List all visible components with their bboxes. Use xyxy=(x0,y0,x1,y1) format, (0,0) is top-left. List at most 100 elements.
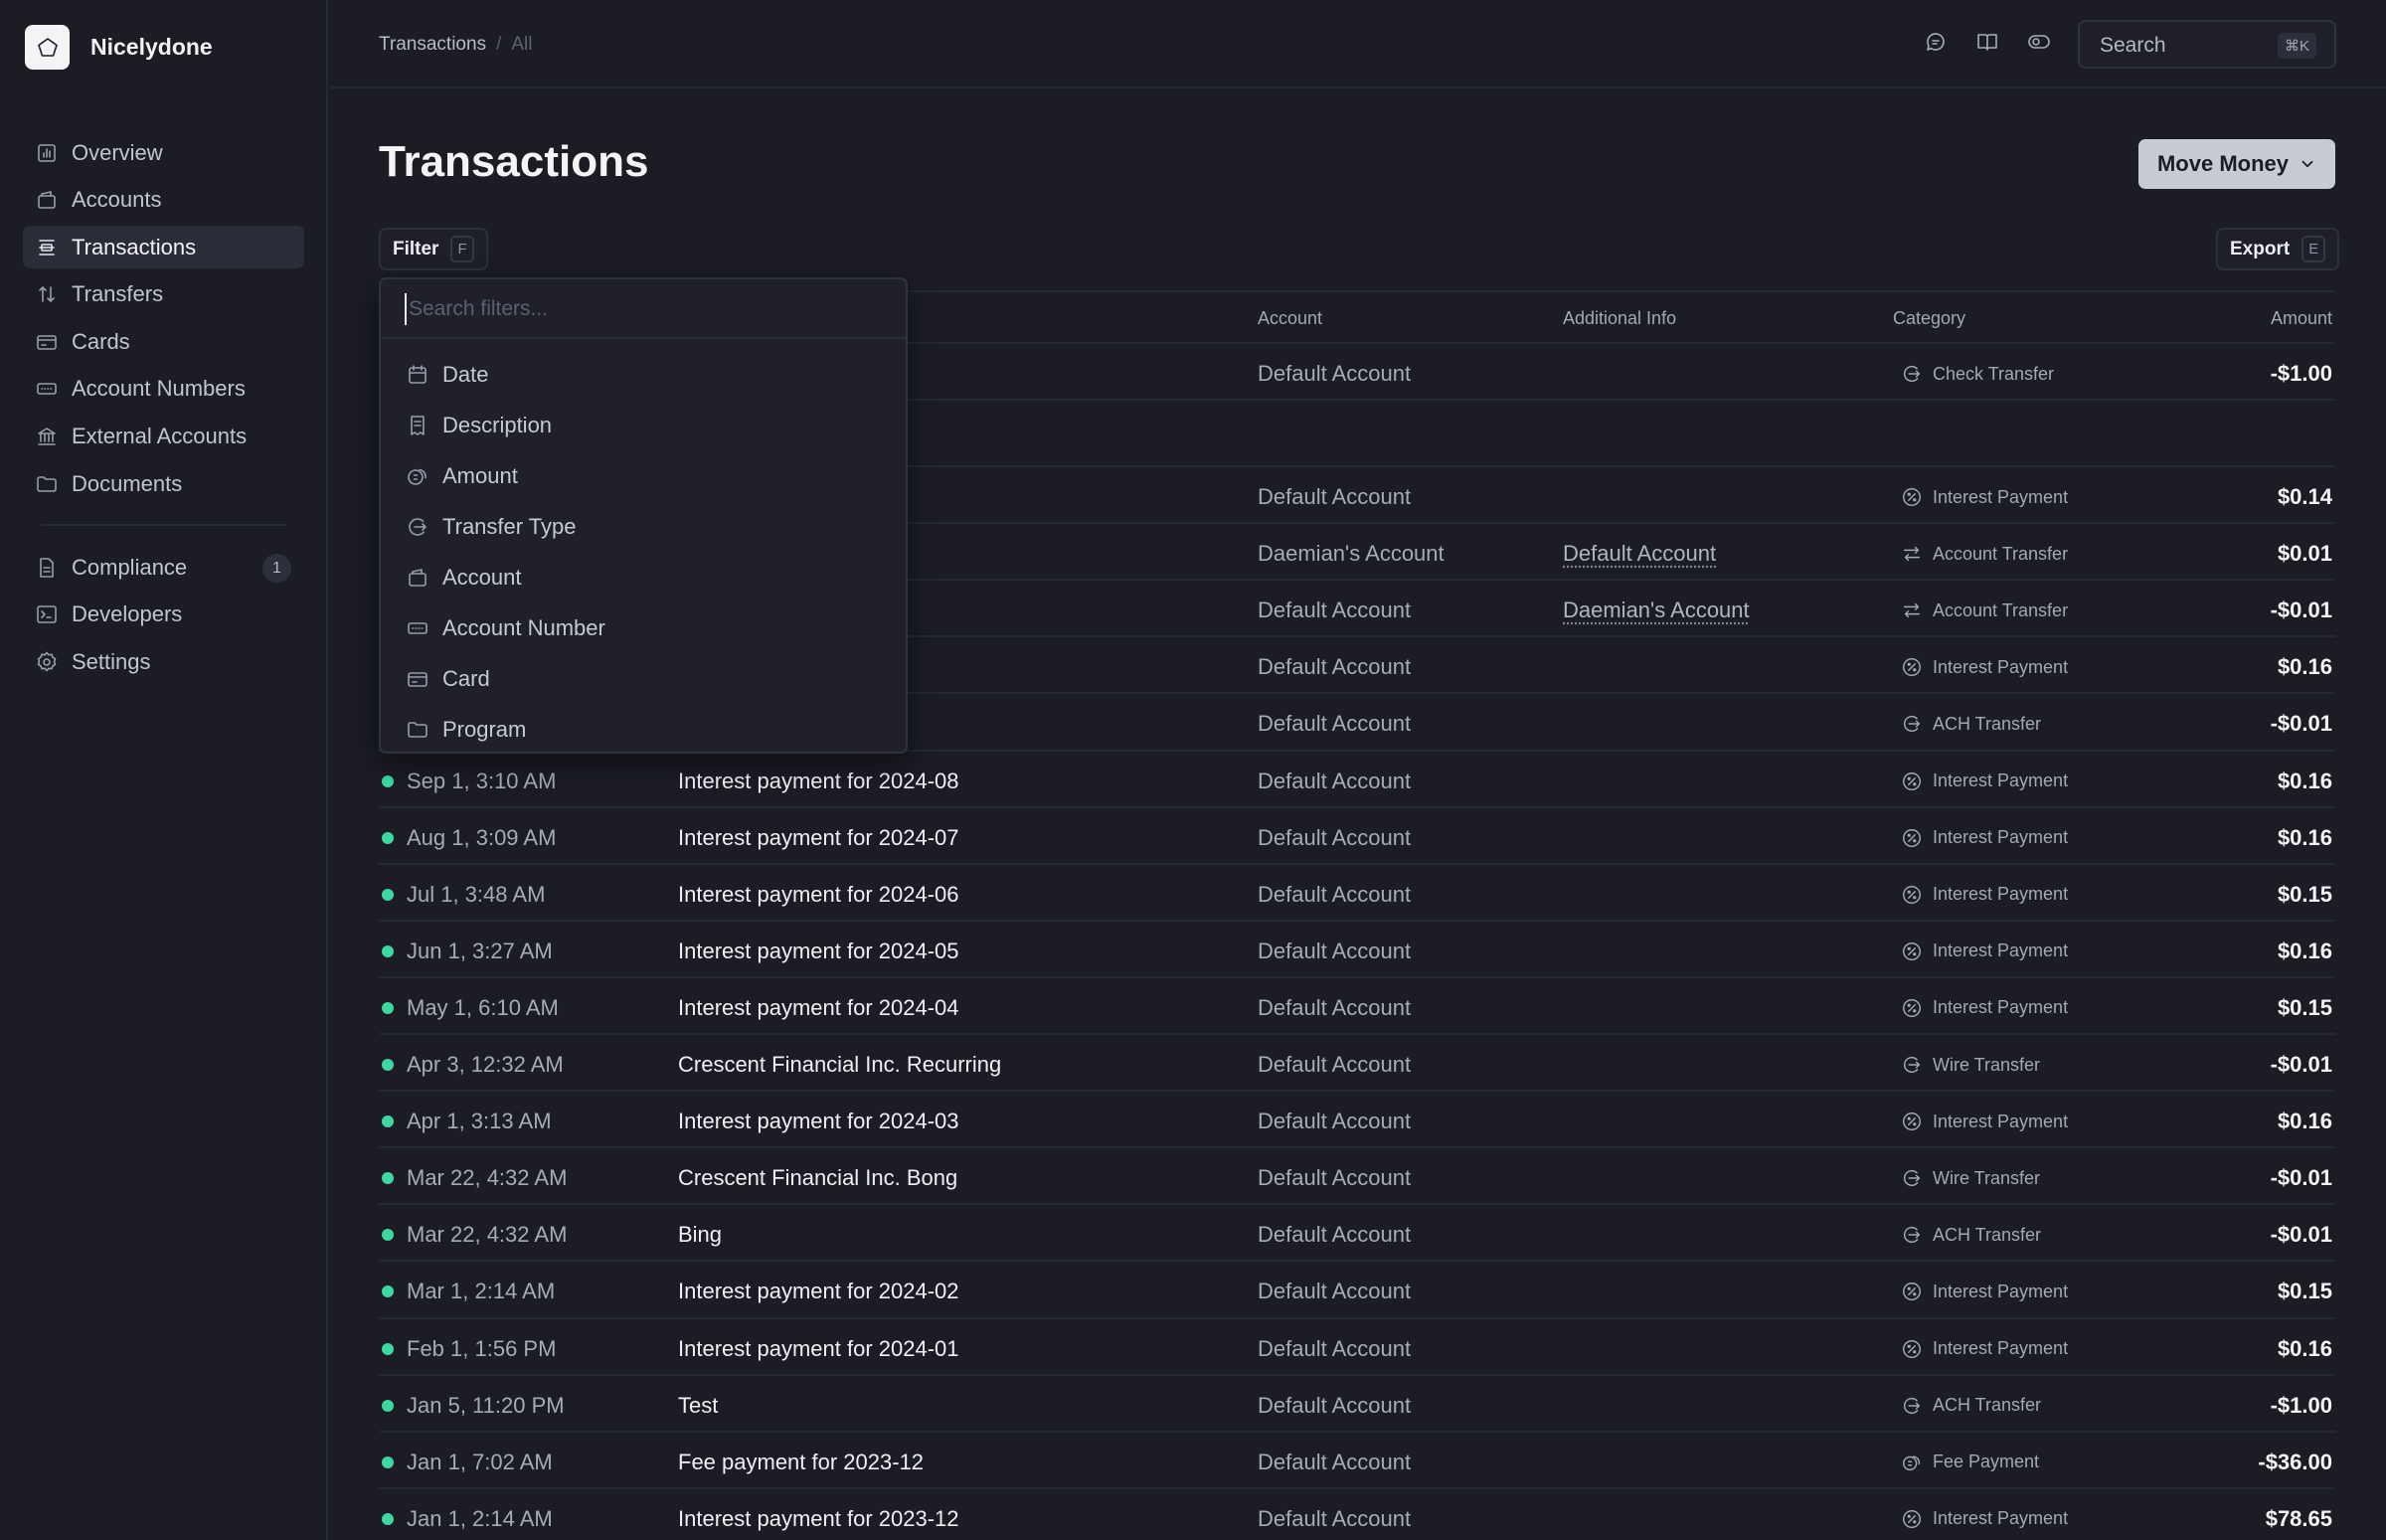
row-account: Default Account xyxy=(1258,1222,1412,1248)
percent-icon xyxy=(1901,827,1923,849)
row-category-label: ACH Transfer xyxy=(1933,713,2042,734)
column-header-additional-info[interactable]: Additional Info xyxy=(1563,308,1676,329)
wallet-icon xyxy=(35,188,59,212)
status-dot xyxy=(382,1059,394,1072)
filter-option-account-number[interactable]: Account Number xyxy=(381,602,906,653)
table-row[interactable]: Jan 1, 7:02 AM Fee payment for 2023-12 Def… xyxy=(379,1433,2335,1489)
filter-label: Filter xyxy=(393,238,439,259)
brand[interactable]: Nicelydone xyxy=(25,25,213,70)
sidebar-item-label: Developers xyxy=(72,601,183,627)
row-category: Check Transfer xyxy=(1901,363,2054,385)
coins-icon xyxy=(1901,1452,1923,1473)
filter-option-amount[interactable]: Amount xyxy=(381,450,906,501)
arrows-updown-icon xyxy=(35,282,59,306)
breadcrumb-transactions[interactable]: Transactions xyxy=(379,34,486,56)
filter-option-card[interactable]: Card xyxy=(381,653,906,704)
bank-icon xyxy=(35,425,59,448)
chat-icon[interactable] xyxy=(1924,30,1948,54)
row-category-label: Interest Payment xyxy=(1933,1338,2069,1358)
table-row[interactable]: May 1, 6:10 AM Interest payment for 2024-… xyxy=(379,978,2335,1036)
filter-button[interactable]: Filter F xyxy=(379,228,488,270)
row-date: Apr 3, 12:32 AM xyxy=(407,1052,564,1078)
row-additional-info-link[interactable]: Default Account xyxy=(1563,541,1716,567)
table-row[interactable]: Mar 22, 4:32 AM Crescent Financial Inc. B… xyxy=(379,1148,2335,1206)
sidebar-item-account-numbers[interactable]: Account Numbers xyxy=(23,368,304,411)
search-label: Search xyxy=(2100,34,2166,57)
table-row[interactable]: Apr 3, 12:32 AM Crescent Financial Inc. R… xyxy=(379,1035,2335,1093)
sidebar-item-label: Account Numbers xyxy=(72,376,246,402)
sidebar-item-transactions[interactable]: Transactions xyxy=(23,226,304,269)
sidebar-item-documents[interactable]: Documents xyxy=(23,462,304,505)
filter-option-transfer-type[interactable]: Transfer Type xyxy=(381,501,906,552)
column-header-category[interactable]: Category xyxy=(1893,308,1965,329)
sidebar: Nicelydone Overview Accounts Transaction… xyxy=(0,0,328,1540)
row-description: Crescent Financial Inc. Recurring xyxy=(678,1052,1002,1078)
row-amount: $0.15 xyxy=(2277,1279,2332,1304)
list-icon xyxy=(35,236,59,259)
status-dot xyxy=(382,888,394,901)
sidebar-item-external-accounts[interactable]: External Accounts xyxy=(23,416,304,458)
row-account: Default Account xyxy=(1258,824,1412,850)
filter-option-date[interactable]: Date xyxy=(381,349,906,400)
row-account: Default Account xyxy=(1258,1505,1412,1531)
row-date: Mar 22, 4:32 AM xyxy=(407,1222,568,1248)
sidebar-item-transfers[interactable]: Transfers xyxy=(23,273,304,316)
status-dot xyxy=(382,1455,394,1468)
filter-search-input[interactable] xyxy=(405,293,872,325)
row-additional-info-link[interactable]: Daemian's Account xyxy=(1563,598,1750,623)
row-date: Mar 1, 2:14 AM xyxy=(407,1279,556,1304)
sidebar-item-label: Accounts xyxy=(72,187,162,213)
row-amount: $0.15 xyxy=(2277,994,2332,1020)
table-row[interactable]: Mar 22, 4:32 AM Bing Default Account ACH Tr… xyxy=(379,1205,2335,1263)
filter-option-description[interactable]: Description xyxy=(381,400,906,450)
table-row[interactable]: Sep 1, 3:10 AM Interest payment for 2024-… xyxy=(379,752,2335,808)
row-category-label: Interest Payment xyxy=(1933,1508,2069,1529)
receipt-icon xyxy=(406,414,429,437)
sidebar-item-developers[interactable]: Developers xyxy=(23,594,304,636)
row-amount: $0.16 xyxy=(2277,654,2332,680)
row-amount: -$0.01 xyxy=(2270,1222,2332,1248)
filter-option-program[interactable]: Program xyxy=(381,704,906,755)
breadcrumb-all: All xyxy=(511,34,533,55)
filter-option-label: Description xyxy=(442,412,553,437)
export-button[interactable]: Export E xyxy=(2216,228,2340,270)
row-date: Apr 1, 3:13 AM xyxy=(407,1109,552,1134)
toggle-icon[interactable] xyxy=(2027,30,2051,54)
status-dot xyxy=(382,944,394,957)
table-row[interactable]: Jan 1, 2:14 AM Interest payment for 2023-… xyxy=(379,1489,2335,1540)
table-row[interactable]: Jan 5, 11:20 PM Test Default Account ACH Tr… xyxy=(379,1376,2335,1433)
sidebar-item-label: Compliance xyxy=(72,554,188,580)
row-amount: $78.65 xyxy=(2265,1505,2332,1531)
sidebar-item-accounts[interactable]: Accounts xyxy=(23,179,304,222)
sidebar-item-overview[interactable]: Overview xyxy=(23,131,304,174)
swap-icon xyxy=(1901,543,1923,565)
column-header-account[interactable]: Account xyxy=(1258,308,1322,329)
row-category-label: ACH Transfer xyxy=(1933,1224,2042,1245)
chevron-down-icon xyxy=(2299,155,2316,173)
filter-shortcut: F xyxy=(450,236,474,262)
table-row[interactable]: Apr 1, 3:13 AM Interest payment for 2024-… xyxy=(379,1092,2335,1149)
table-row[interactable]: Aug 1, 3:09 AM Interest payment for 2024-… xyxy=(379,808,2335,865)
sidebar-divider xyxy=(41,524,286,527)
sidebar-item-compliance[interactable]: Compliance 1 xyxy=(23,546,304,589)
sidebar-item-settings[interactable]: Settings xyxy=(23,640,304,683)
column-header-amount[interactable]: Amount xyxy=(2271,308,2332,329)
chart-icon xyxy=(35,141,59,165)
book-icon[interactable] xyxy=(1975,30,1999,54)
row-category: Wire Transfer xyxy=(1901,1167,2040,1189)
filter-option-account[interactable]: Account xyxy=(381,552,906,602)
row-category-label: Wire Transfer xyxy=(1933,1167,2041,1188)
row-description: Crescent Financial Inc. Bong xyxy=(678,1165,958,1191)
table-row[interactable]: Jul 1, 3:48 AM Interest payment for 2024-… xyxy=(379,865,2335,922)
breadcrumb-separator: / xyxy=(496,34,502,55)
table-row[interactable]: Feb 1, 1:56 PM Interest payment for 2024-… xyxy=(379,1319,2335,1376)
sidebar-item-cards[interactable]: Cards xyxy=(23,320,304,363)
row-account: Default Account xyxy=(1258,1335,1412,1361)
search-input[interactable]: Search ⌘K xyxy=(2078,20,2336,69)
table-row[interactable]: Mar 1, 2:14 AM Interest payment for 2024-… xyxy=(379,1262,2335,1319)
row-amount: -$1.00 xyxy=(2270,361,2332,386)
sidebar-item-label: Transactions xyxy=(72,234,197,259)
move-money-button[interactable]: Move Money xyxy=(2138,139,2335,189)
table-row[interactable]: Jun 1, 3:27 AM Interest payment for 2024-… xyxy=(379,922,2335,978)
row-description: Interest payment for 2024-08 xyxy=(678,768,959,793)
